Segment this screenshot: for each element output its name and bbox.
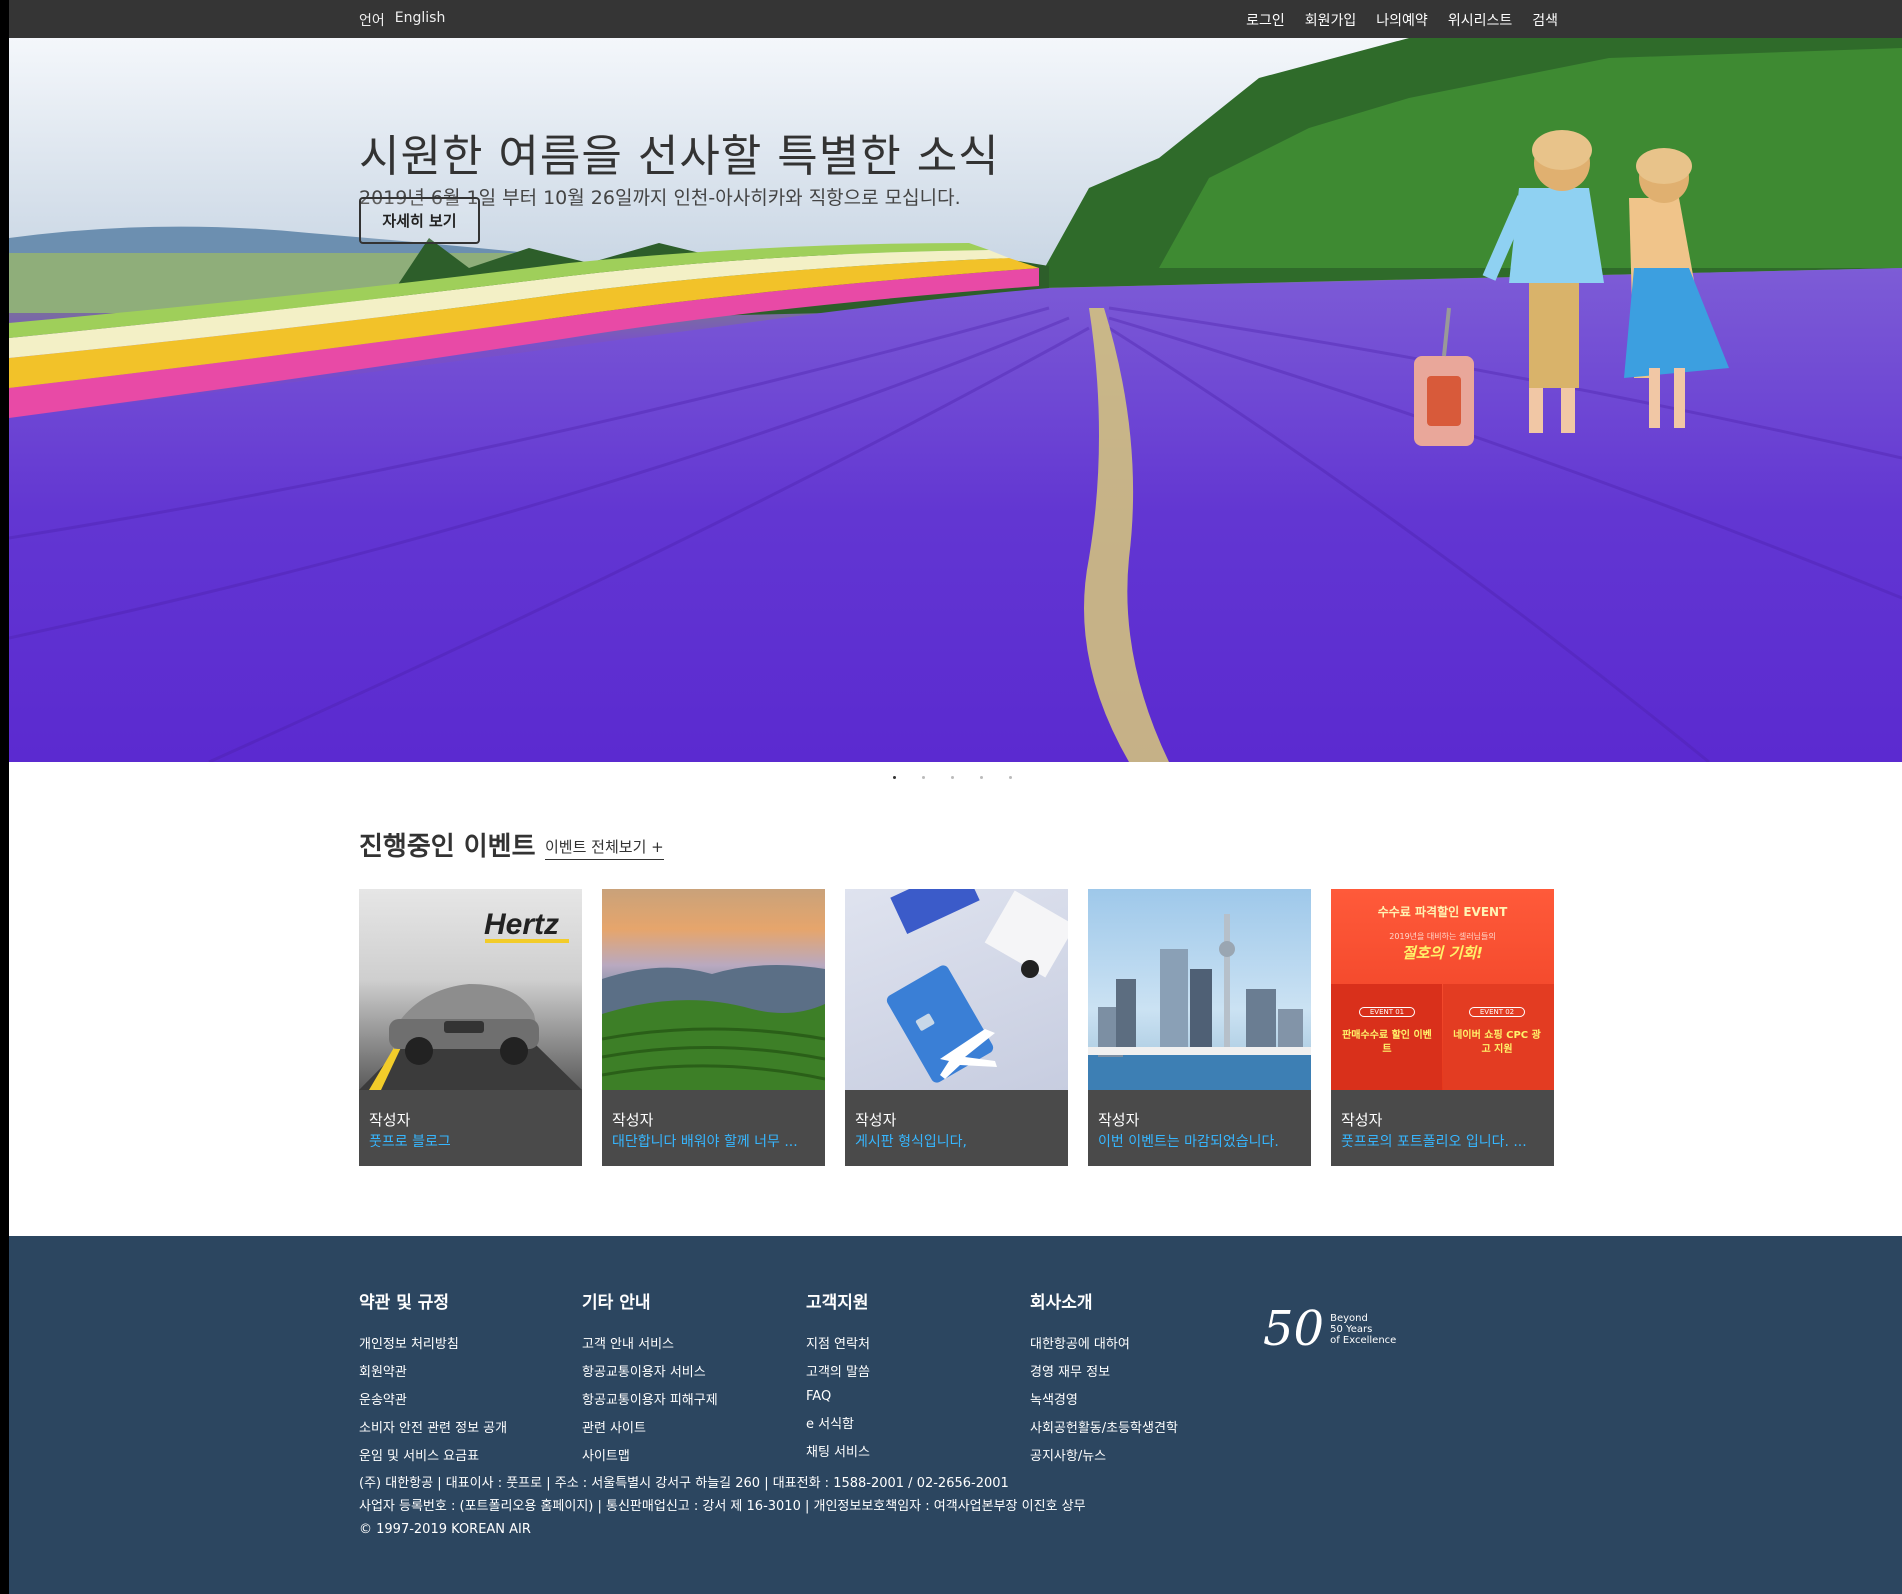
carousel-dot-3[interactable] bbox=[951, 776, 954, 779]
event-card[interactable]: Hertz 작성자 풋프로 블로그 bbox=[359, 889, 582, 1166]
footer-link[interactable]: 운임 및 서비스 요금표 bbox=[359, 1445, 507, 1464]
footer-link[interactable]: 공지사항/뉴스 bbox=[1030, 1445, 1178, 1464]
signup-link[interactable]: 회원가입 bbox=[1305, 10, 1357, 30]
event-author: 작성자 bbox=[1098, 1111, 1140, 1129]
event-thumbnail-boarding-pass bbox=[845, 889, 1068, 1090]
events-section-title: 진행중인 이벤트 bbox=[359, 832, 536, 862]
search-link[interactable]: 검색 bbox=[1532, 10, 1558, 30]
my-reservation-link[interactable]: 나의예약 bbox=[1376, 10, 1428, 30]
footer-column-company: 회사소개 대한항공에 대하여 경영 재무 정보 녹색경영 사회공헌활동/초등학생… bbox=[1030, 1288, 1178, 1473]
promo-headline: 절호의 기회! bbox=[1401, 944, 1484, 962]
footer-link[interactable]: 관련 사이트 bbox=[582, 1417, 718, 1436]
footer-column-title: 약관 및 규정 bbox=[359, 1293, 450, 1313]
footer-link[interactable]: FAQ bbox=[806, 1389, 870, 1404]
top-bar: 언어 English 로그인 회원가입 나의예약 위시리스트 검색 bbox=[9, 0, 1902, 38]
event-thumbnail-tea-field bbox=[602, 889, 825, 1090]
event-author: 작성자 bbox=[369, 1111, 411, 1129]
logo-tag-line: 50 Years bbox=[1330, 1323, 1373, 1335]
event-author: 작성자 bbox=[855, 1111, 897, 1129]
event-card[interactable]: 수수료 파격할인 EVENT 2019년을 대비하는 셀러님들의 절호의 기회!… bbox=[1331, 889, 1554, 1166]
details-button[interactable]: 자세히 보기 bbox=[359, 197, 480, 244]
footer-link[interactable]: 지점 연락처 bbox=[806, 1333, 870, 1352]
footer-link[interactable]: 회원약관 bbox=[359, 1361, 507, 1380]
logo-tag-line: Beyond bbox=[1330, 1312, 1368, 1324]
event-card[interactable]: 작성자 이번 이벤트는 마감되었습니다. bbox=[1088, 889, 1311, 1166]
event-author: 작성자 bbox=[612, 1111, 654, 1129]
footer-link[interactable]: 녹색경영 bbox=[1030, 1389, 1178, 1408]
carousel-dot-1[interactable] bbox=[893, 776, 896, 779]
carousel-dot-5[interactable] bbox=[1009, 776, 1012, 779]
footer-column-title: 고객지원 bbox=[806, 1293, 869, 1313]
wishlist-link[interactable]: 위시리스트 bbox=[1448, 10, 1512, 30]
footer-link[interactable]: 채팅 서비스 bbox=[806, 1441, 870, 1460]
footer-link[interactable]: 항공교통이용자 서비스 bbox=[582, 1361, 718, 1380]
footer-column-support: 고객지원 지점 연락처 고객의 말씀 FAQ e 서식함 채팅 서비스 bbox=[806, 1288, 870, 1469]
footer-link[interactable]: 고객 안내 서비스 bbox=[582, 1333, 718, 1352]
footer-link[interactable]: 개인정보 처리방침 bbox=[359, 1333, 507, 1352]
event-card[interactable]: 작성자 대단합니다 배워야 할께 너무 ... bbox=[602, 889, 825, 1166]
promo-event1-tag: EVENT 01 bbox=[1359, 1007, 1415, 1017]
footer-link[interactable]: 경영 재무 정보 bbox=[1030, 1361, 1178, 1380]
anniversary-logo-number: 50 bbox=[1263, 1301, 1325, 1357]
promo-title: 수수료 파격할인 EVENT bbox=[1377, 905, 1508, 919]
event-desc: 대단합니다 배워야 할께 너무 ... bbox=[612, 1134, 798, 1150]
carousel-dot-4[interactable] bbox=[980, 776, 983, 779]
anniversary-logo-tagline: Beyond 50 Years of Excellence bbox=[1330, 1313, 1396, 1346]
footer-link[interactable]: 소비자 안전 관련 정보 공개 bbox=[359, 1417, 507, 1436]
hero-title: 시원한 여름을 선사할 특별한 소식 bbox=[359, 131, 1000, 182]
event-thumbnail-promo: 수수료 파격할인 EVENT 2019년을 대비하는 셀러님들의 절호의 기회!… bbox=[1331, 889, 1554, 1090]
footer-column-title: 회사소개 bbox=[1030, 1293, 1093, 1313]
promo-event2-tag: EVENT 02 bbox=[1469, 1007, 1525, 1017]
footer-link[interactable]: 항공교통이용자 피해구제 bbox=[582, 1389, 718, 1408]
page: 언어 English 로그인 회원가입 나의예약 위시리스트 검색 시원한 여름… bbox=[9, 0, 1902, 1594]
promo-event2: 네이버 쇼핑 CPC 광고 지원 bbox=[1453, 1030, 1541, 1055]
company-info-line2: 사업자 등록번호 : (포트폴리오용 홈페이지) | 통신판매업신고 : 강서 … bbox=[359, 1499, 1086, 1514]
event-thumbnail-car: Hertz bbox=[359, 889, 582, 1090]
anniversary-logo: 50 Beyond 50 Years of Excellence bbox=[1263, 1301, 1396, 1357]
language-selector[interactable]: 언어 English bbox=[359, 10, 445, 30]
event-thumbnail-city-skyline bbox=[1088, 889, 1311, 1090]
footer-link[interactable]: 운송약관 bbox=[359, 1389, 507, 1408]
language-label: 언어 bbox=[359, 13, 385, 29]
company-info: (주) 대한항공 | 대표이사 : 풋프로 | 주소 : 서울특별시 강서구 하… bbox=[359, 1472, 1086, 1541]
footer-link[interactable]: e 서식함 bbox=[806, 1413, 870, 1432]
event-cards: Hertz 작성자 풋프로 블로그 작성자 대단합니다 배워야 할께 너무 ..… bbox=[359, 889, 1554, 1166]
event-desc: 게시판 형식입니다, bbox=[855, 1134, 967, 1150]
event-card[interactable]: 작성자 게시판 형식입니다, bbox=[845, 889, 1068, 1166]
footer-link[interactable]: 사회공헌활동/초등학생견학 bbox=[1030, 1417, 1178, 1436]
promo-subtitle: 2019년을 대비하는 셀러님들의 bbox=[1389, 932, 1496, 941]
logo-tag-line: of Excellence bbox=[1330, 1334, 1397, 1346]
footer-column-title: 기타 안내 bbox=[582, 1293, 651, 1313]
event-desc: 풋프로의 포트폴리오 입니다. ... bbox=[1341, 1134, 1527, 1150]
carousel-dot-2[interactable] bbox=[922, 776, 925, 779]
footer-link[interactable]: 고객의 말씀 bbox=[806, 1361, 870, 1380]
login-link[interactable]: 로그인 bbox=[1246, 10, 1285, 30]
hero-banner: 시원한 여름을 선사할 특별한 소식 2019년 6월 1일 부터 10월 26… bbox=[9, 38, 1902, 762]
hertz-logo-text: Hertz bbox=[484, 908, 559, 941]
footer-column-terms: 약관 및 규정 개인정보 처리방침 회원약관 운송약관 소비자 안전 관련 정보… bbox=[359, 1288, 507, 1473]
carousel-pagination bbox=[893, 776, 1012, 779]
event-author: 작성자 bbox=[1341, 1111, 1383, 1129]
event-desc: 풋프로 블로그 bbox=[369, 1134, 451, 1150]
view-all-events-link[interactable]: 이벤트 전체보기 + bbox=[545, 836, 664, 860]
top-menu: 로그인 회원가입 나의예약 위시리스트 검색 bbox=[1246, 10, 1558, 30]
footer-link[interactable]: 대한항공에 대하여 bbox=[1030, 1333, 1178, 1352]
event-desc: 이번 이벤트는 마감되었습니다. bbox=[1098, 1134, 1279, 1150]
footer-column-other: 기타 안내 고객 안내 서비스 항공교통이용자 서비스 항공교통이용자 피해구제… bbox=[582, 1288, 718, 1473]
copyright: © 1997-2019 KOREAN AIR bbox=[359, 1522, 531, 1537]
language-value[interactable]: English bbox=[395, 10, 446, 30]
footer: 약관 및 규정 개인정보 처리방침 회원약관 운송약관 소비자 안전 관련 정보… bbox=[9, 1236, 1902, 1594]
footer-link[interactable]: 사이트맵 bbox=[582, 1445, 718, 1464]
promo-event1: 판매수수료 할인 이벤트 bbox=[1342, 1030, 1432, 1055]
company-info-line1: (주) 대한항공 | 대표이사 : 풋프로 | 주소 : 서울특별시 강서구 하… bbox=[359, 1476, 1009, 1491]
